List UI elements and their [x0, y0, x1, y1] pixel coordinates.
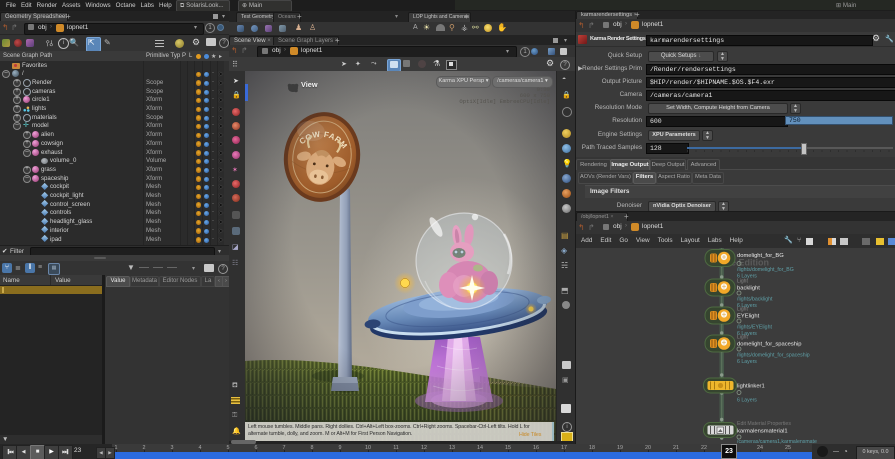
svg-text:6 Layers: 6 Layers — [737, 398, 757, 404]
svg-text:Edit Material Properties: Edit Material Properties — [737, 421, 791, 427]
svg-text:/lights/backlight: /lights/backlight — [737, 297, 773, 303]
svg-text:/lights/domelight_for_BG: /lights/domelight_for_BG — [737, 267, 794, 273]
svg-text:backlight: backlight — [737, 286, 760, 292]
svg-text:6 Layers: 6 Layers — [737, 359, 757, 365]
svg-text:karmalensmaterial1: karmalensmaterial1 — [737, 429, 788, 435]
svg-text:/lights/domelight_for_spaceshi: /lights/domelight_for_spaceship — [737, 353, 810, 359]
svg-text:EYElight: EYElight — [737, 314, 760, 320]
svg-text:Light: Light — [737, 307, 748, 313]
svg-text:Light: Light — [737, 279, 748, 285]
svg-text:domelight_for_BG: domelight_for_BG — [737, 253, 784, 259]
svg-text:lightlinker1: lightlinker1 — [737, 384, 765, 390]
svg-text:/lights/EYElight: /lights/EYElight — [737, 325, 772, 331]
svg-text:domelight_for_spaceship: domelight_for_spaceship — [737, 342, 801, 348]
svg-text:Light: Light — [737, 335, 748, 341]
